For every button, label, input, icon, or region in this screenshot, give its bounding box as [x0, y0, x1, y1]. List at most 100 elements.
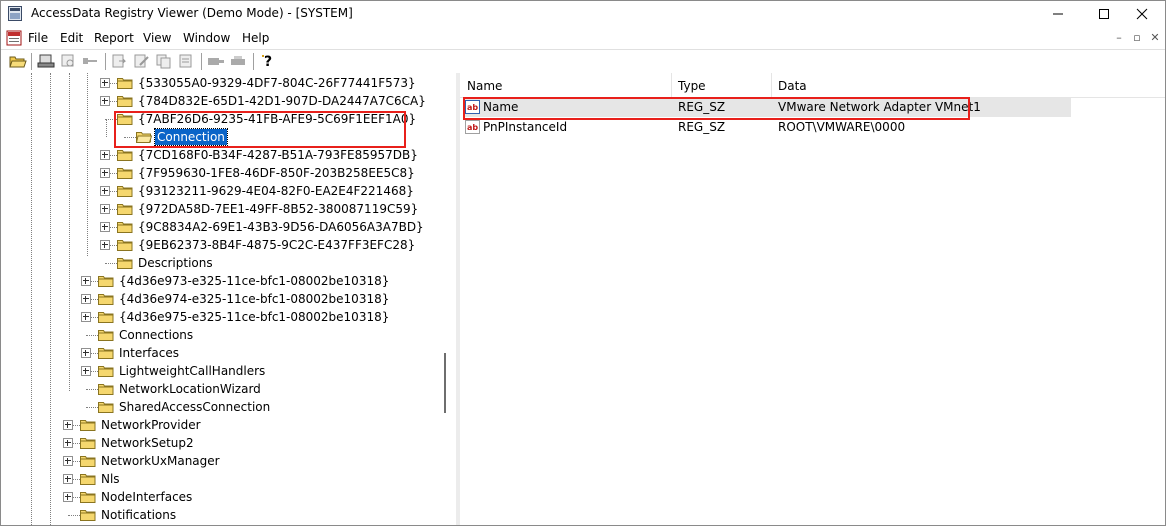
menu-view[interactable]: View: [143, 31, 171, 45]
mdi-minimize-icon[interactable]: –: [1112, 31, 1126, 45]
tree-node-label[interactable]: LightweightCallHandlers: [117, 363, 267, 379]
tree-node-label[interactable]: NetworkLocationWizard: [117, 381, 263, 397]
tree-node-label[interactable]: {784D832E-65D1-42D1-907D-DA2447A7C6CA}: [136, 93, 428, 109]
expand-icon[interactable]: [63, 456, 73, 466]
tree-node-label[interactable]: NetworkSetup2: [99, 435, 196, 451]
expand-icon[interactable]: [63, 492, 73, 502]
expand-icon[interactable]: [100, 96, 110, 106]
tree-node-label[interactable]: Connections: [117, 327, 195, 343]
expand-icon[interactable]: [100, 222, 110, 232]
tree-node-label[interactable]: {4d36e974-e325-11ce-bfc1-08002be10318}: [117, 291, 391, 307]
minimize-button[interactable]: [1035, 1, 1081, 27]
column-name[interactable]: Name: [467, 79, 502, 93]
tree-node[interactable]: {972DA58D-7EE1-49FF-8B52-380087119C59}: [1, 200, 441, 218]
tree-node[interactable]: Connections: [1, 326, 441, 344]
menu-help[interactable]: Help: [242, 31, 269, 45]
expand-icon[interactable]: [63, 474, 73, 484]
expand-icon[interactable]: [81, 312, 91, 322]
table-row[interactable]: ab PnPInstanceId REG_SZ ROOT\VMWARE\0000: [463, 118, 1071, 137]
expand-icon[interactable]: [100, 150, 110, 160]
tree-node-label[interactable]: SharedAccessConnection: [117, 399, 272, 415]
help-icon[interactable]: ?: [259, 53, 277, 69]
expand-icon[interactable]: [63, 420, 73, 430]
tree-node-label[interactable]: {7CD168F0-B34F-4287-B51A-793FE85957DB}: [136, 147, 420, 163]
find-icon[interactable]: [59, 53, 77, 69]
tree-node-label[interactable]: {93123211-9629-4E04-82F0-EA2E4F221468}: [136, 183, 416, 199]
expand-icon[interactable]: [100, 78, 110, 88]
folder-icon: [80, 420, 96, 431]
tree-node-label[interactable]: Nls: [99, 471, 122, 487]
tree-node[interactable]: NetworkSetup2: [1, 434, 441, 452]
folder-icon: [98, 276, 114, 287]
tree-node-label[interactable]: Descriptions: [136, 255, 215, 271]
tree-node-label[interactable]: Interfaces: [117, 345, 181, 361]
tree-node-label[interactable]: NetworkProvider: [99, 417, 203, 433]
copy-icon[interactable]: [155, 53, 173, 69]
expand-icon[interactable]: [81, 348, 91, 358]
tree-node[interactable]: NetworkProvider: [1, 416, 441, 434]
tree-node[interactable]: SharedAccessConnection: [1, 398, 441, 416]
tree-node-label[interactable]: {9EB62373-8B4F-4875-9C2C-E437FF3EFC28}: [136, 237, 417, 253]
tree-node[interactable]: {9C8834A2-69E1-43B3-9D56-DA6056A3A7BD}: [1, 218, 441, 236]
tree-node[interactable]: NetworkUxManager: [1, 452, 441, 470]
tree-node[interactable]: Notifications: [1, 506, 441, 524]
menu-window[interactable]: Window: [183, 31, 230, 45]
tree-node[interactable]: Nls: [1, 470, 441, 488]
value-name: PnPInstanceId: [483, 120, 568, 134]
tree-node[interactable]: {93123211-9629-4E04-82F0-EA2E4F221468}: [1, 182, 441, 200]
tree-node-label[interactable]: {7F959630-1FE8-46DF-850F-203B258EE5C8}: [136, 165, 417, 181]
view-icon[interactable]: [207, 53, 225, 69]
tree-node[interactable]: Interfaces: [1, 344, 441, 362]
expand-icon[interactable]: [63, 438, 73, 448]
tree-node[interactable]: {7CD168F0-B34F-4287-B51A-793FE85957DB}: [1, 146, 441, 164]
tree-node-label[interactable]: {4d36e973-e325-11ce-bfc1-08002be10318}: [117, 273, 391, 289]
tree-node[interactable]: {784D832E-65D1-42D1-907D-DA2447A7C6CA}: [1, 92, 441, 110]
properties-icon[interactable]: [177, 53, 195, 69]
tree-node[interactable]: {9EB62373-8B4F-4875-9C2C-E437FF3EFC28}: [1, 236, 441, 254]
column-type[interactable]: Type: [678, 79, 706, 93]
tree-node[interactable]: Descriptions: [1, 254, 441, 272]
tree-node-label[interactable]: {4d36e975-e325-11ce-bfc1-08002be10318}: [117, 309, 391, 325]
tree-node[interactable]: NodeInterfaces: [1, 488, 441, 506]
tree-node[interactable]: {533055A0-9329-4DF7-804C-26F77441F573}: [1, 74, 441, 92]
expand-icon[interactable]: [100, 204, 110, 214]
registry-tree[interactable]: {533055A0-9329-4DF7-804C-26F77441F573} {7…: [1, 73, 456, 525]
export-icon[interactable]: [111, 53, 129, 69]
list-header: Name Type Data: [460, 73, 1165, 98]
tree-node-label[interactable]: NetworkUxManager: [99, 453, 222, 469]
expand-icon[interactable]: [100, 186, 110, 196]
menu-file[interactable]: File: [28, 31, 48, 45]
open-icon[interactable]: [9, 53, 27, 69]
document-icon[interactable]: [6, 30, 22, 46]
mdi-restore-icon[interactable]: ▫: [1130, 31, 1144, 45]
tree-node[interactable]: {4d36e974-e325-11ce-bfc1-08002be10318}: [1, 290, 441, 308]
tree-node[interactable]: NetworkLocationWizard: [1, 380, 441, 398]
tree-node-label[interactable]: {9C8834A2-69E1-43B3-9D56-DA6056A3A7BD}: [136, 219, 426, 235]
column-data[interactable]: Data: [778, 79, 807, 93]
edit-icon[interactable]: [133, 53, 151, 69]
expand-icon[interactable]: [81, 366, 91, 376]
expand-icon[interactable]: [81, 276, 91, 286]
tree-scrollbar[interactable]: [444, 353, 446, 413]
tree-node[interactable]: {7F959630-1FE8-46DF-850F-203B258EE5C8}: [1, 164, 441, 182]
values-list[interactable]: Name Type Data ab Name REG_SZ VMware Net…: [460, 73, 1165, 525]
report-icon[interactable]: [37, 53, 55, 69]
tree-node-label[interactable]: {972DA58D-7EE1-49FF-8B52-380087119C59}: [136, 201, 420, 217]
print-icon[interactable]: [229, 53, 247, 69]
tree-node[interactable]: LightweightCallHandlers: [1, 362, 441, 380]
tree-node[interactable]: {4d36e975-e325-11ce-bfc1-08002be10318}: [1, 308, 441, 326]
expand-icon[interactable]: [100, 240, 110, 250]
expand-icon[interactable]: [100, 168, 110, 178]
menu-report[interactable]: Report: [94, 31, 134, 45]
expand-icon[interactable]: [81, 294, 91, 304]
close-button[interactable]: [1119, 1, 1165, 27]
folder-icon: [117, 240, 133, 251]
mdi-close-icon[interactable]: ✕: [1148, 31, 1162, 45]
tree-node[interactable]: {4d36e973-e325-11ce-bfc1-08002be10318}: [1, 272, 441, 290]
folder-icon: [98, 294, 114, 305]
key-icon[interactable]: [81, 53, 99, 69]
menu-edit[interactable]: Edit: [60, 31, 83, 45]
tree-node-label[interactable]: NodeInterfaces: [99, 489, 194, 505]
tree-node-label[interactable]: Notifications: [99, 507, 178, 523]
tree-node-label[interactable]: {533055A0-9329-4DF7-804C-26F77441F573}: [136, 75, 418, 91]
